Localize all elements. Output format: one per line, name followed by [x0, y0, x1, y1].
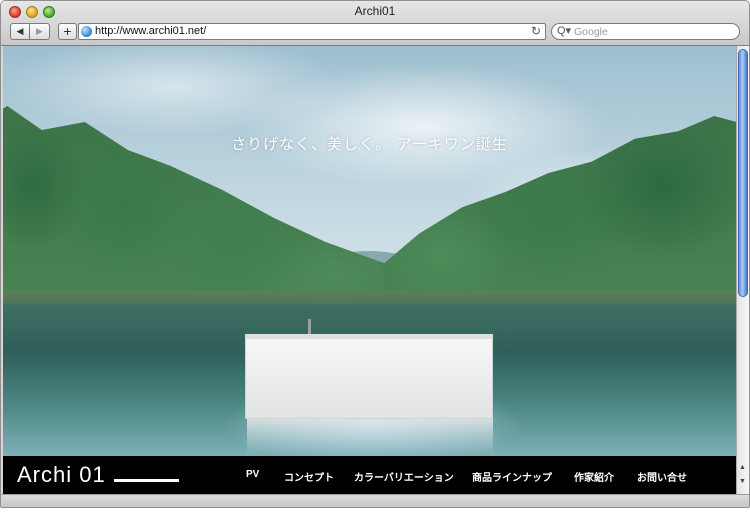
browser-toolbar: Archi01 ◀ ▶ + http://www.archi01.net/ ↻ … — [1, 1, 749, 46]
site-logo[interactable]: Archi 01 — [17, 462, 106, 488]
back-arrow-icon: ◀ — [16, 26, 24, 36]
vertical-scrollbar[interactable]: ▲ ▼ — [736, 46, 749, 494]
bathtub — [245, 335, 493, 419]
page-content: さりげなく、美しく。 アーキワン誕生 Archi 01 PV コンセプト カラー… — [3, 46, 736, 494]
search-field[interactable]: Q▾ Google — [551, 23, 740, 40]
nav-item-contact[interactable]: お問い合せ — [637, 469, 687, 484]
nav-item-pv[interactable]: PV — [246, 469, 259, 480]
history-buttons: ◀ ▶ — [10, 23, 50, 40]
site-globe-icon — [81, 26, 92, 37]
hero-headline: さりげなく、美しく。 アーキワン誕生 — [231, 135, 508, 153]
plus-icon: + — [63, 23, 72, 39]
search-placeholder: Google — [574, 26, 608, 38]
search-icon[interactable]: Q▾ — [557, 24, 571, 37]
reload-icon[interactable]: ↻ — [531, 24, 541, 38]
nav-item-concept[interactable]: コンセプト — [284, 469, 334, 484]
back-button[interactable]: ◀ — [10, 23, 30, 40]
bathtub-rim — [245, 334, 493, 339]
bathtub-reflection — [247, 419, 493, 454]
nav-item-product-lineup[interactable]: 商品ラインナップ — [472, 469, 552, 484]
scroll-up-arrow-icon[interactable]: ▲ — [739, 464, 746, 471]
logo-underline — [114, 479, 179, 482]
nav-item-artist-profile[interactable]: 作家紹介 — [574, 469, 614, 484]
scrollbar-thumb[interactable] — [738, 49, 748, 297]
forward-arrow-icon: ▶ — [36, 26, 43, 36]
nav-item-color-variation[interactable]: カラーバリエーション — [354, 469, 454, 484]
url-text: http://www.archi01.net/ — [95, 25, 207, 37]
add-bookmark-button[interactable]: + — [58, 23, 77, 40]
address-bar[interactable]: http://www.archi01.net/ ↻ — [78, 23, 546, 40]
forward-button[interactable]: ▶ — [30, 23, 50, 40]
window-bottom-bar — [1, 494, 749, 507]
window-title: Archi01 — [354, 4, 396, 18]
site-navigation: Archi 01 PV コンセプト カラーバリエーション 商品ラインナップ 作家… — [3, 456, 736, 494]
scroll-down-arrow-icon[interactable]: ▼ — [739, 478, 746, 485]
browser-window: Archi01 ◀ ▶ + http://www.archi01.net/ ↻ … — [0, 0, 750, 508]
hero-image: さりげなく、美しく。 アーキワン誕生 — [3, 46, 736, 494]
